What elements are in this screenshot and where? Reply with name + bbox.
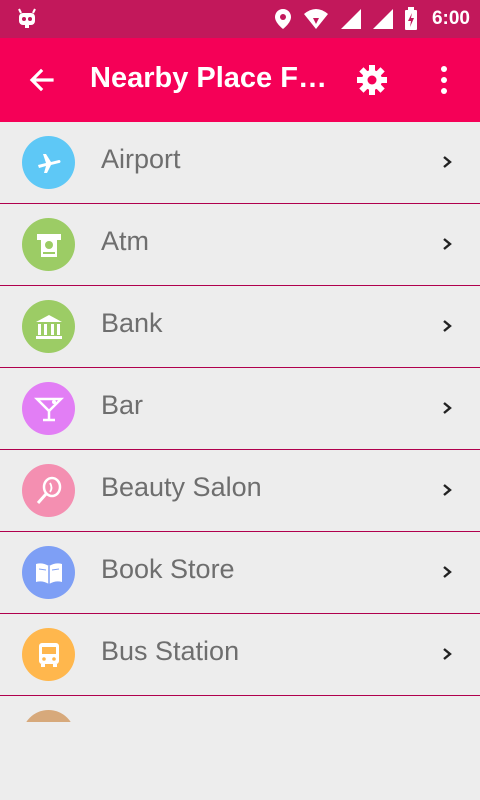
settings-icon[interactable] — [355, 63, 389, 97]
bank-icon — [22, 300, 75, 353]
book-icon — [22, 546, 75, 599]
chevron-right-icon — [443, 648, 452, 660]
list-item-bus-station[interactable]: Bus Station — [0, 614, 480, 696]
battery-charging-icon — [404, 7, 417, 30]
list-item-label: Airport — [101, 144, 181, 174]
list-item-book-store[interactable]: Book Store — [0, 532, 480, 614]
mirror-icon — [22, 464, 75, 517]
signal-icon — [340, 9, 361, 29]
list-item-beauty-salon[interactable]: Beauty Salon — [0, 450, 480, 532]
chevron-right-icon — [443, 156, 452, 168]
list-item-bar[interactable]: Bar — [0, 368, 480, 450]
cocktail-icon — [22, 382, 75, 435]
list-item-label: Beauty Salon — [101, 472, 262, 502]
signal-icon — [372, 9, 393, 29]
chevron-right-icon — [443, 402, 452, 414]
back-arrow-icon[interactable] — [26, 64, 58, 96]
android-icon — [18, 8, 36, 28]
list-item-atm[interactable]: Atm — [0, 204, 480, 286]
list-item-label: Bus Station — [101, 636, 240, 666]
list-item-label: Bar — [101, 390, 144, 420]
page-title: Nearby Place Fi… — [90, 62, 330, 94]
airplane-icon — [22, 136, 75, 189]
chevron-right-icon — [443, 238, 452, 250]
clock: 6:00 — [431, 8, 470, 29]
cafe-icon — [22, 710, 75, 722]
chevron-right-icon — [443, 484, 452, 496]
atm-icon — [22, 218, 75, 271]
chevron-right-icon — [443, 320, 452, 332]
place-list: Airport Atm Bank Bar Beauty Salon Book S… — [0, 122, 480, 722]
list-item-bank[interactable]: Bank — [0, 286, 480, 368]
bus-icon — [22, 628, 75, 681]
chevron-right-icon — [443, 566, 452, 578]
more-vert-icon[interactable] — [430, 64, 458, 96]
location-icon — [274, 9, 291, 29]
list-item-airport[interactable]: Airport — [0, 122, 480, 204]
list-item-label: Atm — [101, 226, 150, 256]
app-bar: Nearby Place Fi… — [0, 38, 480, 122]
status-bar: 6:00 — [0, 0, 480, 38]
list-item-label: Book Store — [101, 554, 235, 584]
list-item-cafe[interactable] — [0, 696, 480, 722]
wifi-icon — [303, 9, 328, 29]
list-item-label: Bank — [101, 308, 163, 338]
